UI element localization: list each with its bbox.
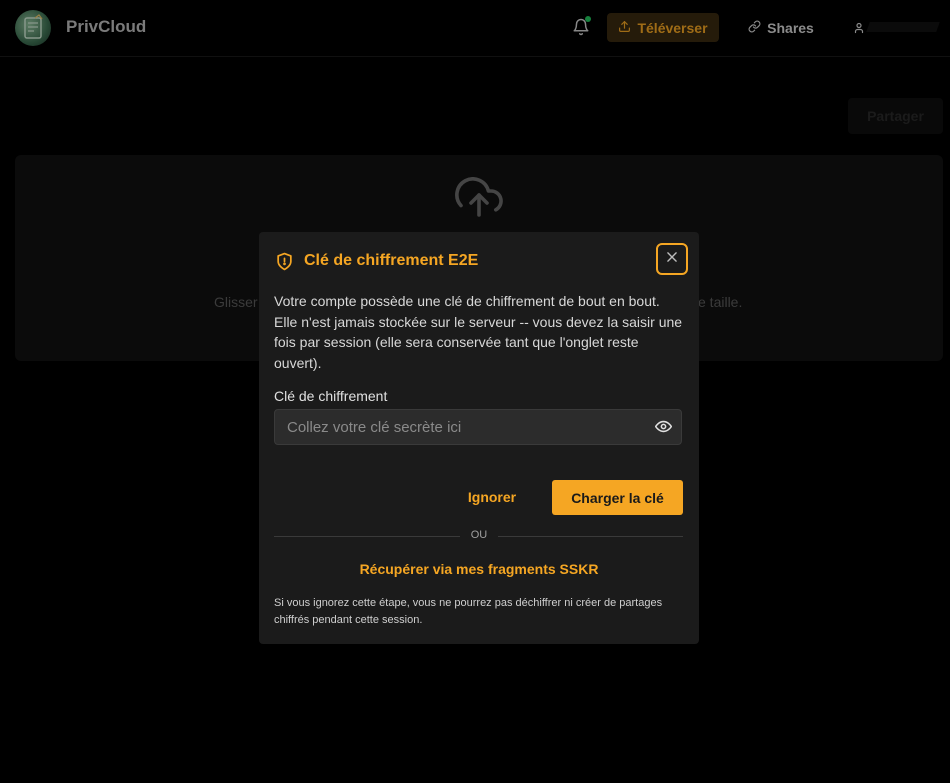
close-icon xyxy=(665,250,679,269)
ignore-button[interactable]: Ignorer xyxy=(455,480,529,514)
dialog-description: Votre compte possède une clé de chiffrem… xyxy=(274,293,683,371)
dialog-footnote: Si vous ignorez cette étape, vous ne pou… xyxy=(274,597,663,626)
dialog-title: Clé de chiffrement E2E xyxy=(304,252,479,269)
key-field-label: Clé de chiffrement xyxy=(274,388,388,404)
encryption-key-dialog: Clé de chiffrement E2E Votre compte poss… xyxy=(259,232,699,644)
or-separator: OU xyxy=(470,529,488,541)
divider xyxy=(498,536,683,537)
eye-icon[interactable] xyxy=(654,418,673,440)
load-key-button[interactable]: Charger la clé xyxy=(552,480,683,515)
divider xyxy=(274,536,460,537)
close-button[interactable] xyxy=(656,243,688,275)
shield-icon xyxy=(275,252,294,276)
encryption-key-input[interactable] xyxy=(274,409,682,445)
sskr-recovery-link[interactable]: Récupérer via mes fragments SSKR xyxy=(274,561,684,577)
